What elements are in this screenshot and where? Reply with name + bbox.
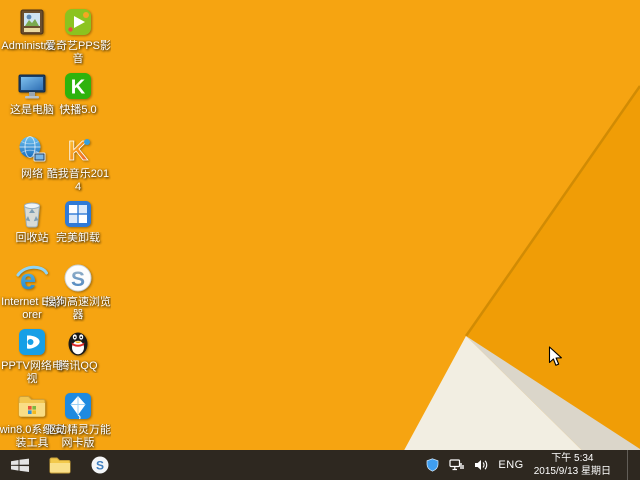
svg-text:S: S [71,268,85,291]
windows-panes-icon [65,201,91,227]
qq-penguin-icon [68,332,88,356]
computer-icon [18,74,46,99]
taskbar-file-explorer-button[interactable] [40,450,80,480]
windows-logo-icon [11,458,29,472]
taskbar-sogou-browser-button[interactable]: S [80,450,120,480]
tray-network-status-icon[interactable] [449,459,465,471]
icon-label: 酷我音乐2014 [46,168,110,193]
desktop-icon-driver-genie[interactable]: 驱动精灵万能网卡版 [45,390,111,450]
tray-shield-icon[interactable] [426,458,439,472]
tray-language-indicator[interactable]: ENG [498,459,523,471]
svg-text:K: K [71,77,86,99]
tray-volume-icon[interactable] [474,459,488,471]
tray-date: 2015/9/13 星期日 [533,466,611,477]
sogou-s-icon: S [91,456,109,474]
desktop-icon-sogou-browser[interactable]: S 搜狗高速浏览器 [45,262,111,322]
kuwo-k-icon: K [67,135,90,166]
desktop-icon-kuwo-music[interactable]: K 酷我音乐2014 [46,134,110,194]
taskbar: S ENG 下午 5:34 2015/9/13 星期日 [0,450,640,480]
desktop-icon-perfect-uninstall[interactable]: 完美卸载 [46,198,110,245]
icon-label: 腾讯QQ [58,360,98,372]
desktop-icon-kuaibo[interactable]: K 快播5.0 [46,70,110,117]
recycle-bin-icon [23,202,41,228]
tray-clock[interactable]: 下午 5:34 2015/9/13 星期日 [534,452,611,478]
network-globe-icon [19,136,46,162]
folder-icon [49,457,71,474]
icon-label: 爱奇艺PPS影音 [45,40,111,65]
icon-label: 搜狗高速浏览器 [45,296,111,321]
pptv-play-icon [19,329,45,355]
desktop-icon-tencent-qq[interactable]: 腾讯QQ [46,326,110,373]
svg-text:K: K [68,135,88,166]
system-tray: ENG 下午 5:34 2015/9/13 星期日 [426,450,640,480]
desktop-icon-iqiyi-pps[interactable]: 爱奇艺PPS影音 [45,6,111,66]
kuaibo-k-icon: K [65,73,91,99]
icon-label: 完美卸载 [56,232,100,244]
kite-icon [65,393,91,420]
icon-label: 快播5.0 [59,104,97,116]
sogou-s-icon: S [64,264,92,292]
user-files-icon [20,9,44,35]
windows-folder-icon [18,396,46,417]
tray-time: 下午 5:34 [551,453,594,464]
show-desktop-button[interactable] [627,450,632,480]
icon-label: 驱动精灵万能网卡版 [45,424,111,449]
ie-icon: e [16,264,48,294]
start-button[interactable] [0,450,40,480]
svg-text:S: S [96,459,104,473]
pps-play-icon [65,9,91,35]
